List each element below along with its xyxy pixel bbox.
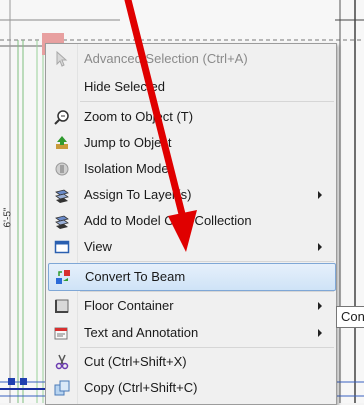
menu-item-label: Text and Annotation — [84, 325, 199, 340]
submenu-arrow-icon — [318, 302, 322, 310]
menu-item-label: Zoom to Object (T) — [84, 109, 194, 124]
dimension-label: 6'-5" — [2, 207, 14, 228]
menu-separator — [80, 101, 334, 102]
menu-item-label: Hide Selected — [84, 79, 165, 94]
menu-item-label: Add to Model Only Collection — [84, 213, 252, 228]
floor-icon — [55, 299, 69, 313]
convert-icon — [56, 270, 70, 284]
pointer-icon — [56, 51, 68, 67]
view-icon — [54, 240, 70, 254]
scissors-icon — [55, 354, 69, 370]
menu-item-label: Isolation Mode — [84, 161, 169, 176]
submenu-arrow-icon — [318, 243, 322, 251]
menu-separator — [80, 291, 334, 292]
copy-icon — [54, 380, 70, 396]
menu-item-label: View — [84, 239, 112, 254]
menu-separator — [80, 347, 334, 348]
menu-item-label: Copy (Ctrl+Shift+C) — [84, 380, 198, 395]
isolation-icon — [55, 162, 69, 176]
menu-item-label: Advanced Selection (Ctrl+A) — [84, 51, 248, 66]
zoom-icon — [54, 110, 69, 125]
menu-item-cut[interactable]: Cut (Ctrl+Shift+X) — [48, 349, 334, 375]
submenu-arrow-icon — [318, 191, 322, 199]
menu-item-label: Assign To Layer(s) — [84, 187, 192, 202]
menu-item-label: Convert To Beam — [85, 269, 186, 284]
menu-item-view[interactable]: View — [48, 234, 334, 260]
menu-item-hide-selected[interactable]: Hide Selected — [48, 74, 334, 100]
menu-item-add-to-model-only-collection[interactable]: Add to Model Only Collection — [48, 208, 334, 234]
menu-item-convert-to-beam[interactable]: Convert To Beam — [48, 263, 336, 291]
menu-item-assign-to-layers[interactable]: Assign To Layer(s) — [48, 182, 334, 208]
menu-separator — [80, 261, 334, 262]
menu-item-label: Cut (Ctrl+Shift+X) — [84, 354, 187, 369]
menu-item-label: Floor Container — [84, 298, 174, 313]
menu-item-zoom-to-object[interactable]: Zoom to Object (T) — [48, 104, 334, 130]
text-icon — [54, 327, 68, 340]
menu-item-isolation-mode[interactable]: Isolation Mode — [48, 156, 334, 182]
tooltip: Con — [336, 306, 364, 328]
menu-item-jump-to-object[interactable]: Jump to Object — [48, 130, 334, 156]
menu-item-text-and-annotation[interactable]: Text and Annotation — [48, 320, 334, 346]
layer-icon — [55, 189, 69, 203]
menu-item-copy[interactable]: Copy (Ctrl+Shift+C) — [48, 375, 334, 401]
submenu-arrow-icon — [318, 329, 322, 337]
menu-item-floor-container[interactable]: Floor Container — [48, 293, 334, 319]
menu-item-advanced-selection[interactable]: Advanced Selection (Ctrl+A) — [48, 46, 334, 72]
menu-item-label: Jump to Object — [84, 135, 172, 150]
jump-icon — [56, 136, 68, 149]
layer-add-icon — [55, 215, 69, 229]
context-menu: Advanced Selection (Ctrl+A) Hide Selecte… — [45, 43, 337, 405]
